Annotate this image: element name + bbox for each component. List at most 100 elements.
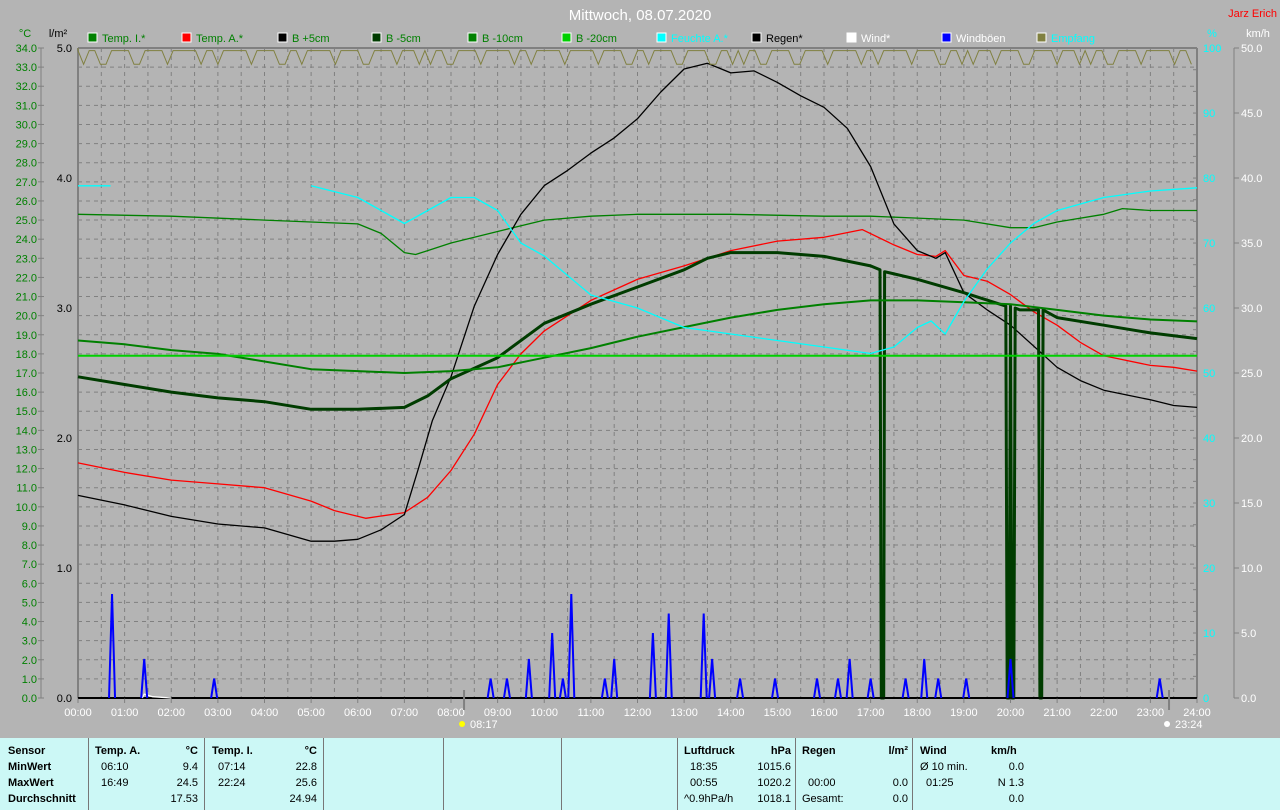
moon-icon [1164,721,1171,727]
temp-a-min: 9.4 [182,761,198,773]
wind-gust-spike [833,678,842,699]
temp-i-min-time: 07:14 [218,761,246,773]
x-tick-label: 01:00 [111,707,139,719]
temp-tick-label: 28.0 [16,158,37,170]
humidity-tick-label: 80 [1203,173,1215,185]
rain-axis-unit: l/m² [49,28,68,40]
temp-a-header: Temp. A. [95,745,141,757]
empty-column [444,738,562,810]
humidity-axis-unit: % [1207,28,1217,40]
rain-tick-label: 5.0 [57,43,72,55]
x-tick-label: 14:00 [717,707,745,719]
legend-swatch [467,32,478,43]
legend-swatch [941,32,952,43]
x-tick-label: 00:00 [64,707,92,719]
x-tick-label: 11:00 [578,707,605,719]
wind-gust-spike [1155,678,1164,699]
temp-a-avg: 17.53 [170,793,198,805]
temp-tick-label: 31.0 [16,100,37,112]
wind-gust-spike [813,678,821,699]
rain-header: Regen [802,745,836,757]
temp-a-min-time: 06:10 [101,761,129,773]
temp-tick-label: 11.0 [16,483,37,495]
temp-a-column: Temp. A. °C 06:10 9.4 16:49 24.5 17.53 [88,738,205,810]
stats-table: Sensor MinWert MaxWert Durchschnitt Temp… [0,738,1280,810]
marker-label: 08:17 [470,719,498,731]
rain-tick-label: 3.0 [57,303,72,315]
wind-tick-label: 5.0 [1241,628,1256,640]
x-tick-label: 09:00 [484,707,512,719]
rain-total: 0.0 [892,793,908,805]
wind-gust-spike [548,632,557,699]
pressure-avg: 1018.1 [757,793,791,805]
temp-i-column: Temp. I. °C 07:14 22.8 22:24 25.6 24.94 [205,738,324,810]
wind-tick-label: 50.0 [1241,43,1262,55]
humidity-tick-label: 70 [1203,238,1215,250]
x-tick-label: 15:00 [764,707,792,719]
x-tick-label: 16:00 [810,707,838,719]
rain-tick-label: 2.0 [57,433,72,445]
legend-label: B -20cm [576,33,617,45]
wind-gust-spike [736,678,745,699]
legend-label: Temp. A.* [196,33,244,45]
legend-label: Empfang [1051,33,1095,45]
temp-tick-label: 20.0 [16,311,37,323]
rain-max-time: 00:00 [808,777,836,789]
pressure-max-time: 00:55 [690,777,718,789]
temp-tick-label: 15.0 [16,406,37,418]
legend-label: B -5cm [386,33,421,45]
temp-tick-label: 24.0 [16,234,37,246]
legend-swatch [181,32,192,43]
wind-max: N 1.3 [997,777,1024,789]
rain-total-label: Gesamt: [802,793,844,805]
temp-a-unit: °C [185,745,198,757]
pressure-column: Luftdruck hPa 18:35 1015.6 00:55 1020.2 … [678,738,796,810]
x-tick-label: 07:00 [391,707,419,719]
temp-i-avg: 24.94 [289,793,317,805]
pressure-header: Luftdruck [684,745,735,757]
temp-i-header: Temp. I. [212,745,253,757]
wind-tick-label: 30.0 [1241,303,1262,315]
temp-tick-label: 2.0 [22,655,37,667]
temp-tick-label: 23.0 [16,253,37,265]
chart-title: Mittwoch, 08.07.2020 [569,7,712,24]
x-tick-label: 03:00 [204,707,232,719]
temp-tick-label: 17.0 [16,368,37,380]
temp-tick-label: 4.0 [22,617,37,629]
humidity-tick-label: 10 [1203,628,1215,640]
temp-a-max-time: 16:49 [101,777,129,789]
temp-a-max: 24.5 [176,777,198,789]
temp-tick-label: 6.0 [22,578,37,590]
author-label: Jarz Erich [1228,8,1277,20]
temp-tick-label: 8.0 [22,540,37,552]
temp-tick-label: 12.0 [16,464,37,476]
wind-gust-spike [210,678,219,699]
humidity-tick-label: 30 [1203,498,1215,510]
legend-swatch [1036,32,1047,43]
row-label-avg: Durchschnitt [8,793,76,805]
sunrise-icon [459,721,466,727]
wind-tick-label: 40.0 [1241,173,1262,185]
marker-label: 23:24 [1175,719,1203,731]
wind-gust-spike [699,613,708,699]
temp-i-min: 22.8 [295,761,317,773]
row-label-min: MinWert [8,761,52,773]
wind-tick-label: 0.0 [1241,693,1256,705]
wind-gust-spike [600,678,609,699]
temp-tick-label: 7.0 [22,559,37,571]
temp-tick-label: 26.0 [16,196,37,208]
wind-gust-spike [486,678,495,699]
legend-swatch [751,32,762,43]
x-tick-label: 10:00 [530,707,558,719]
wind-gust-spike [567,593,576,699]
row-label-max: MaxWert [8,777,54,789]
legend-swatch [656,32,667,43]
temp-axis-unit: °C [19,28,31,40]
temp-tick-label: 21.0 [16,292,37,304]
legend-label: Windböen [956,33,1006,45]
series-line-empfang [77,48,1192,66]
legend-label: B -10cm [482,33,523,45]
rain-tick-label: 4.0 [57,173,72,185]
wind-max-time: 01:25 [926,777,954,789]
x-tick-label: 18:00 [903,707,931,719]
